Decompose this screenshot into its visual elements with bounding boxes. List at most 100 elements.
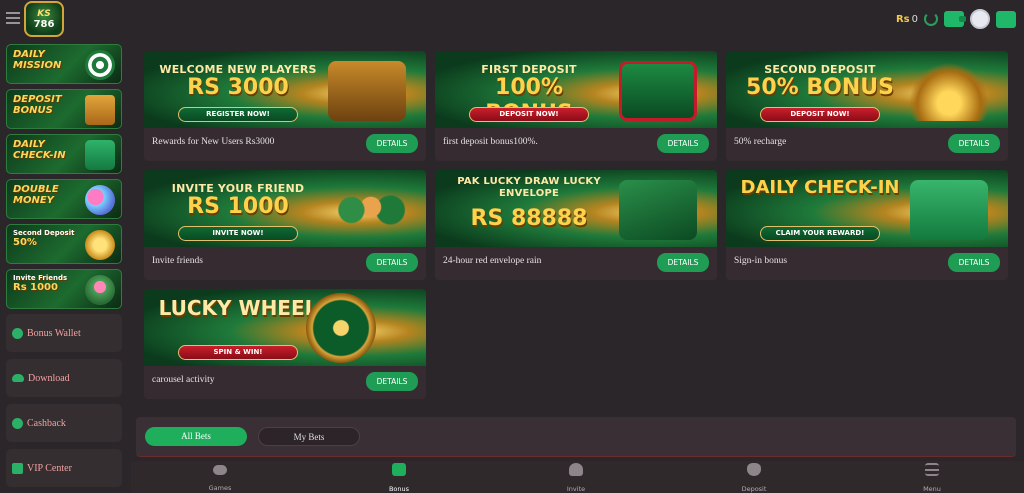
kids-icon [85,185,115,215]
balance-display: Rs 0 [896,14,918,25]
banner-title: Pak Lucky Draw Lucky Envelope [457,176,601,199]
promo-banner[interactable]: Second Deposit 50% Bonus DEPOSIT NOW! [726,51,1008,128]
promo-title-text: Invite Friends [13,274,68,282]
promo-title: Deposit Bonus [13,94,62,116]
deposit-now-button[interactable]: DEPOSIT NOW! [469,107,589,122]
people-icon [569,463,583,476]
promo-banner[interactable]: Invite Your Friend Rs 1000 INVITE NOW! [144,170,426,247]
calendar-icon [85,140,115,170]
register-now-button[interactable]: REGISTER NOW! [178,107,298,122]
promo-card-first-deposit[interactable]: First Deposit 100% Bonus DEPOSIT NOW! fi… [435,51,717,161]
sidebar-item-cashback[interactable]: Cashback [6,404,122,442]
details-button[interactable]: DETAILS [948,253,1000,272]
promo-banner[interactable]: Pak Lucky Draw Lucky Envelope Rs 88888 [435,170,717,247]
avatar[interactable] [970,9,990,29]
nav-label: Invite [566,485,586,493]
site-logo[interactable]: KS 786 [24,1,64,37]
sidebar-promo-deposit-bonus[interactable]: Deposit Bonus [6,89,122,129]
coins-icon [910,61,988,121]
promo-banner[interactable]: Daily Check-in CLAIM YOUR REWARD! [726,170,1008,247]
details-button[interactable]: DETAILS [657,134,709,153]
spin-win-button[interactable]: SPIN & WIN! [178,345,298,360]
sidebar-promo-invite-friends[interactable]: Invite Friends Rs 1000 [6,269,122,309]
details-button[interactable]: DETAILS [657,253,709,272]
sidebar-promo-second-deposit[interactable]: Second Deposit 50% [6,224,122,264]
currency-label: Rs [895,13,910,25]
sidebar: Daily Mission Deposit Bonus Daily Check-… [6,44,123,493]
promo-card-welcome[interactable]: Welcome New Players Rs 3000 REGISTER NOW… [144,51,426,161]
promo-title: Second Deposit 50% [13,229,79,248]
details-button[interactable]: DETAILS [366,372,418,391]
promo-title-text: Second Deposit [13,229,75,237]
tab-my-bets[interactable]: My Bets [258,427,360,446]
card-label: carousel activity [152,375,215,385]
promo-banner[interactable]: Lucky Wheel SPIN & WIN! [144,289,426,366]
chat-icon[interactable] [996,10,1016,28]
promo-card-second-deposit[interactable]: Second Deposit 50% Bonus DEPOSIT NOW! 50… [726,51,1008,161]
invite-now-button[interactable]: INVITE NOW! [178,226,298,241]
sidebar-toggle-icon[interactable] [6,12,20,24]
nav-games[interactable]: Games [180,463,260,493]
balance-value: 0 [911,13,918,25]
sidebar-promo-daily-mission[interactable]: Daily Mission [6,44,122,84]
cloud-icon [12,374,24,382]
envelope-icon [619,180,697,240]
sidebar-item-download[interactable]: Download [6,359,122,397]
wallet-icon [12,327,23,339]
nav-bonus[interactable]: Bonus [359,463,439,493]
sidebar-item-bonus-wallet[interactable]: Bonus Wallet [6,314,122,352]
nav-menu[interactable]: Menu [892,463,972,493]
banner-title: Daily Check-in [740,177,900,198]
crown-icon [12,462,23,474]
gift-box-icon [619,61,697,121]
promo-card-lucky-envelope[interactable]: Pak Lucky Draw Lucky Envelope Rs 88888 2… [435,170,717,280]
card-label: first deposit bonus100%. [443,137,538,147]
details-button[interactable]: DETAILS [366,134,418,153]
moneybag-icon [747,463,761,476]
deposit-now-button[interactable]: DEPOSIT NOW! [760,107,880,122]
nav-deposit[interactable]: Deposit [714,463,794,493]
bets-panel: All Bets My Bets [136,417,1016,457]
characters-icon [328,180,406,240]
promo-title: Daily Check-in [13,139,66,161]
wallet-icon[interactable] [944,11,966,27]
promo-title: Double Money [13,184,59,206]
refresh-icon[interactable] [924,12,938,26]
promo-banner[interactable]: First Deposit 100% Bonus DEPOSIT NOW! [435,51,717,128]
card-label: 24-hour red envelope rain [443,256,542,266]
promo-card-daily-check-in[interactable]: Daily Check-in CLAIM YOUR REWARD! Sign-i… [726,170,1008,280]
nav-invite[interactable]: Invite [536,463,616,493]
header-actions: Rs 0 [896,8,1016,30]
sidebar-promo-daily-check-in[interactable]: Daily Check-in [6,134,122,174]
logo-text-bottom: 786 [33,18,55,30]
sidebar-item-label: VIP Center [27,462,72,474]
coin-icon [85,230,115,260]
promo-card-invite-friend[interactable]: Invite Your Friend Rs 1000 INVITE NOW! I… [144,170,426,280]
details-button[interactable]: DETAILS [948,134,1000,153]
card-label: 50% recharge [734,137,787,147]
details-button[interactable]: DETAILS [366,253,418,272]
promo-subtitle: 50% [13,237,37,248]
promo-subtitle: Rs 1000 [13,282,58,293]
banner-amount: 50% Bonus [746,75,894,100]
giftbox-icon [85,95,115,125]
hamburger-icon [925,463,939,476]
tab-all-bets[interactable]: All Bets [145,427,247,446]
sidebar-promo-double-money[interactable]: Double Money [6,179,122,219]
promo-card-lucky-wheel[interactable]: Lucky Wheel SPIN & WIN! carousel activit… [144,289,426,399]
promo-banner[interactable]: Welcome New Players Rs 3000 REGISTER NOW… [144,51,426,128]
banner-amount: Rs 3000 [187,75,289,100]
calendar-icon [910,180,988,240]
gamepad-icon [213,465,227,475]
claim-reward-button[interactable]: CLAIM YOUR REWARD! [760,226,880,241]
sidebar-item-label: Download [28,372,70,384]
sidebar-item-vip-center[interactable]: VIP Center [6,449,122,487]
bottom-nav: Games Bonus Invite Deposit Menu [131,461,1024,493]
wheel-icon [306,293,376,363]
nav-label: Menu [923,485,941,493]
treasure-chest-icon [328,61,406,121]
sidebar-item-label: Bonus Wallet [27,327,81,339]
card-label: Invite friends [152,256,203,266]
nav-label: Bonus [388,485,410,493]
target-icon [85,50,115,80]
